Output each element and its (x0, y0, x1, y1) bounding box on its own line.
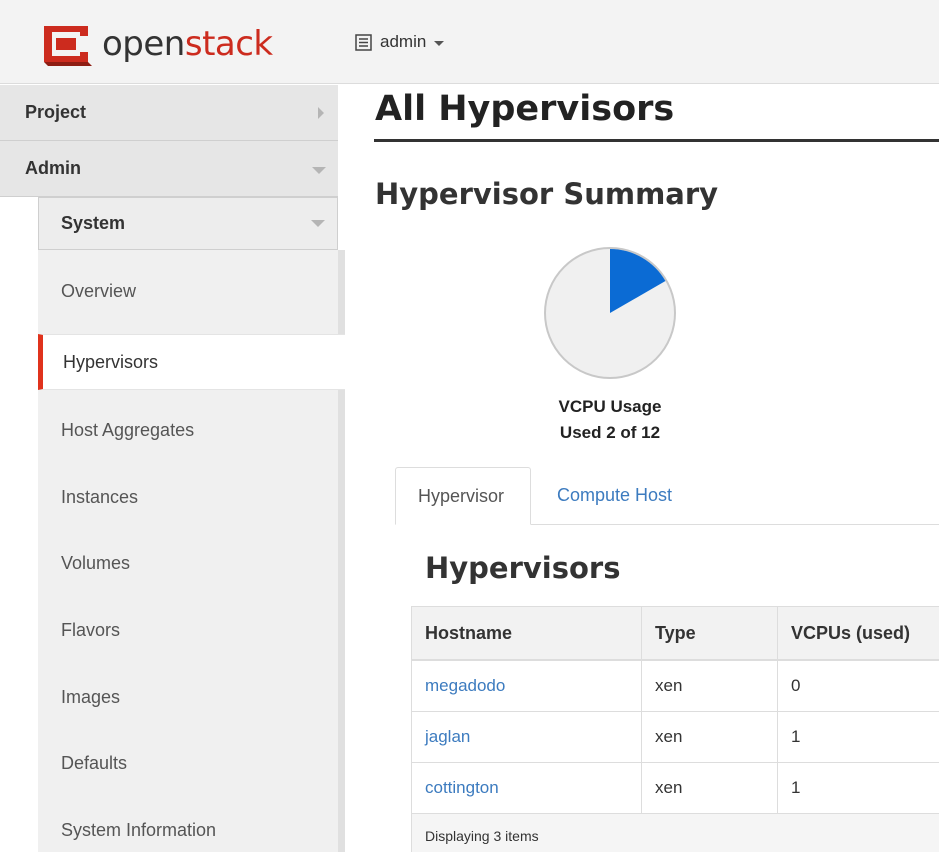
vcpus-used-cell: 0 (791, 676, 801, 695)
sidebar-item-hypervisors[interactable]: Hypervisors (38, 334, 345, 390)
sidebar-item-flavors[interactable]: Flavors (38, 603, 338, 659)
table-row: megadodo xen 0 (412, 661, 939, 712)
title-divider (374, 139, 939, 142)
sidebar-panel-label: Admin (25, 158, 81, 178)
tab-hypervisor[interactable]: Hypervisor (395, 467, 531, 525)
table-header-row: Hostname Type VCPUs (used) (412, 607, 939, 661)
vcpus-used-cell: 1 (791, 727, 801, 746)
hostname-link[interactable]: jaglan (425, 727, 470, 747)
main-content: All Hypervisors Hypervisor Summary VCPU … (345, 85, 939, 852)
hostname-cell: megadodo (412, 661, 642, 711)
list-icon (355, 33, 372, 51)
chevron-right-icon (318, 107, 324, 119)
brand-name: openstack (102, 24, 273, 64)
hostname-cell: jaglan (412, 712, 642, 762)
sidebar-item-label: Instances (61, 487, 139, 507)
sidebar-item-label: Overview (61, 281, 137, 301)
column-header-type[interactable]: Type (642, 607, 778, 659)
brand[interactable]: openstack (40, 20, 273, 68)
sidebar: Project Admin System Overview Hypervisor… (0, 85, 345, 852)
vcpus-used-cell: 1 (791, 778, 801, 797)
sidebar-item-defaults[interactable]: Defaults (38, 736, 338, 792)
type-cell: xen (642, 661, 778, 711)
system-nav-list: Overview Hypervisors Host Aggregates Ins… (38, 250, 345, 852)
type-cell: xen (642, 712, 778, 762)
page-title: All Hypervisors (375, 89, 675, 129)
hypervisors-table: Hostname Type VCPUs (used) megadodo xen … (411, 606, 939, 852)
sidebar-item-label: Defaults (61, 753, 128, 773)
sidebar-item-volumes[interactable]: Volumes (38, 536, 338, 592)
sidebar-item-label: Volumes (61, 553, 131, 573)
hostname-cell: cottington (412, 763, 642, 813)
sidebar-item-overview[interactable]: Overview (38, 264, 338, 320)
column-header-hostname[interactable]: Hostname (412, 607, 642, 659)
sidebar-item-host-aggregates[interactable]: Host Aggregates (38, 403, 338, 459)
sidebar-item-images[interactable]: Images (38, 670, 338, 726)
chevron-down-icon (312, 167, 326, 174)
hypervisors-table-title: Hypervisors (425, 551, 621, 585)
vcpu-usage-pie-chart (544, 247, 676, 379)
sidebar-item-label: Flavors (61, 620, 121, 640)
sidebar-item-label: Host Aggregates (61, 420, 195, 440)
table-row: cottington xen 1 (412, 763, 939, 814)
summary-title: Hypervisor Summary (375, 177, 719, 211)
caret-down-icon (434, 40, 445, 46)
top-navbar: openstack admin (0, 0, 939, 84)
table-footer: Displaying 3 items (412, 814, 939, 852)
hostname-link[interactable]: cottington (425, 778, 499, 798)
column-header-vcpus-used[interactable]: VCPUs (used) (778, 607, 939, 659)
tab-compute-host[interactable]: Compute Host (535, 467, 694, 525)
sidebar-item-label: Hypervisors (63, 352, 159, 372)
sidebar-panel-project[interactable]: Project (0, 85, 338, 141)
project-name: admin (380, 32, 427, 51)
openstack-logo-icon (44, 26, 92, 66)
pie-chart-caption: Used 2 of 12 (559, 423, 661, 442)
sidebar-panel-label: Project (25, 102, 87, 122)
sidebar-item-label: System Information (61, 820, 217, 840)
table-row: jaglan xen 1 (412, 712, 939, 763)
sidebar-group-system[interactable]: System (38, 197, 338, 250)
pie-chart-title: VCPU Usage (558, 397, 662, 416)
sidebar-item-system-information[interactable]: System Information (38, 803, 338, 852)
project-switcher-dropdown[interactable]: admin (355, 30, 445, 54)
pie-chart-label: VCPU Usage Used 2 of 12 (517, 394, 703, 446)
hypervisor-tabs: Hypervisor Compute Host (395, 467, 939, 525)
chevron-down-icon (311, 220, 325, 227)
sidebar-panel-admin[interactable]: Admin (0, 141, 338, 197)
item-count: Displaying 3 items (425, 828, 539, 844)
hostname-link[interactable]: megadodo (425, 676, 505, 696)
type-cell: xen (642, 763, 778, 813)
sidebar-group-label: System (61, 213, 126, 233)
sidebar-item-instances[interactable]: Instances (38, 470, 338, 526)
sidebar-item-label: Images (61, 687, 121, 707)
